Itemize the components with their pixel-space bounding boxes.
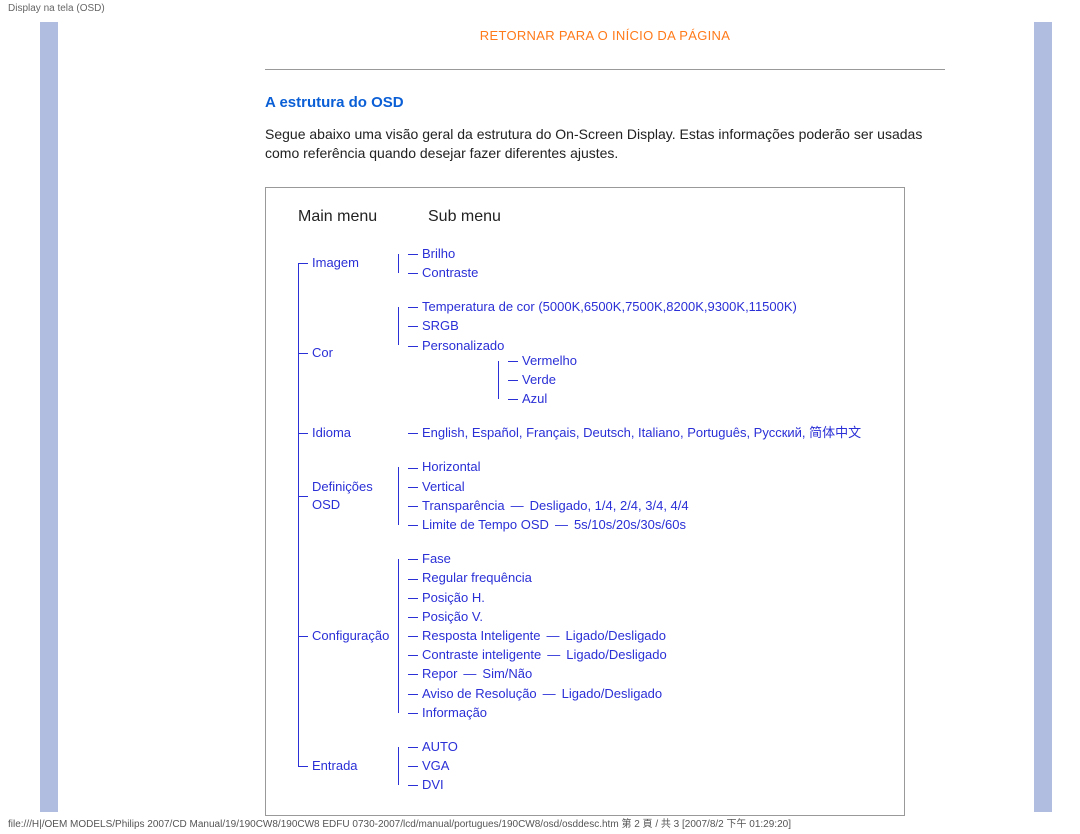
sub-menu-block: Fase Regular frequência Posição H. Posição … xyxy=(398,549,778,723)
sub-menu-label: Limite de Tempo OSD xyxy=(422,517,549,532)
sub-menu-options: Ligado/Desligado xyxy=(562,686,662,701)
sub-menu-options: Sim/Não xyxy=(482,666,532,681)
sub-menu-item: Posição H. xyxy=(408,589,778,607)
sub-menu-item: Transparência—Desligado, 1/4, 2/4, 3/4, … xyxy=(408,497,778,515)
sub-menu-item: Aviso de Resolução—Ligado/Desligado xyxy=(408,685,778,703)
main-menu-item: Imagem Brilho Contraste xyxy=(298,244,886,283)
left-border xyxy=(40,22,58,812)
sub-menu-item: SRGB xyxy=(408,317,797,335)
sub-menu-options: Ligado/Desligado xyxy=(566,647,666,662)
sub-menu-label: Transparência xyxy=(422,498,505,513)
main-menu-label: Definições OSD xyxy=(298,478,398,514)
sub-menu-item: Informação xyxy=(408,704,778,722)
sub-menu-label: Brilho xyxy=(422,246,455,261)
sub-menu-label: Contraste xyxy=(422,265,478,280)
sub-menu-block: AUTO VGA DVI xyxy=(398,737,778,796)
sub-menu-item: Regular frequência xyxy=(408,569,778,587)
sub-menu-item: Brilho xyxy=(408,245,778,263)
sub-menu-item: Limite de Tempo OSD—5s/10s/20s/30s/60s xyxy=(408,516,778,534)
main-menu-label: Idioma xyxy=(298,424,398,442)
main-menu-item: Definições OSD Horizontal Vertical Transpar… xyxy=(298,457,886,535)
main-menu-label: Cor xyxy=(298,344,398,362)
main-content: Retornar para o início da página A estru… xyxy=(265,28,945,816)
sub-menu-label: Vertical xyxy=(422,479,465,494)
sub-menu-block: Horizontal Vertical Transparência—Desligad… xyxy=(398,457,778,535)
sub-menu-label: Resposta Inteligente xyxy=(422,628,541,643)
nested-block: VermelhoVerdeAzul xyxy=(498,352,797,409)
main-menu-label: Entrada xyxy=(298,757,398,775)
column-header-main: Main menu xyxy=(298,208,398,226)
nested-item: Verde xyxy=(508,371,797,389)
sub-menu-options: 5s/10s/20s/30s/60s xyxy=(574,517,686,532)
sub-menu-label: Contraste inteligente xyxy=(422,647,541,662)
sub-menu-label: Informação xyxy=(422,705,487,720)
sub-menu-label: Personalizado xyxy=(422,338,504,353)
page-footer-path: file:///H|/OEM MODELS/Philips 2007/CD Ma… xyxy=(8,815,791,830)
sub-menu-options: Desligado, 1/4, 2/4, 3/4, 4/4 xyxy=(530,498,689,513)
sub-menu-item: AUTO xyxy=(408,738,778,756)
menu-tree: Imagem Brilho Contraste Cor Temperatura de c… xyxy=(284,244,886,796)
sub-menu-item: Contraste xyxy=(408,264,778,282)
return-to-top-link[interactable]: Retornar para o início da página xyxy=(265,28,945,43)
divider xyxy=(265,69,945,70)
sub-menu-item: Posição V. xyxy=(408,608,778,626)
sub-menu-label: AUTO xyxy=(422,739,458,754)
sub-menu-block: Brilho Contraste xyxy=(398,244,778,283)
main-menu-label: Configuração xyxy=(298,627,398,645)
nested-item: Azul xyxy=(508,390,797,408)
main-menu-item: Configuração Fase Regular frequência Posiçã… xyxy=(298,549,886,723)
nested-item: Vermelho xyxy=(508,352,797,370)
page-header: Display na tela (OSD) xyxy=(0,0,113,17)
sub-menu-label: Regular frequência xyxy=(422,570,532,585)
sub-menu-options: Ligado/Desligado xyxy=(566,628,666,643)
sub-menu-label: DVI xyxy=(422,777,444,792)
sub-menu-item: Horizontal xyxy=(408,458,778,476)
section-title: A estrutura do OSD xyxy=(265,94,945,111)
main-menu-label: Imagem xyxy=(298,254,398,272)
sub-menu-item: Fase xyxy=(408,550,778,568)
main-menu-item: Idioma English, Español, Français, Deutsc… xyxy=(298,423,886,443)
osd-tree-diagram: Main menu Sub menu Imagem Brilho Contraste… xyxy=(265,187,905,817)
sub-menu-label: Horizontal xyxy=(422,459,481,474)
sub-menu-label: English, Español, Français, Deutsch, Ita… xyxy=(422,425,861,440)
sub-menu-item: English, Español, Français, Deutsch, Ita… xyxy=(408,424,861,442)
column-header-sub: Sub menu xyxy=(428,208,501,226)
sub-menu-item: Contraste inteligente—Ligado/Desligado xyxy=(408,646,778,664)
sub-menu-block: English, Español, Français, Deutsch, Ita… xyxy=(398,423,861,443)
sub-menu-label: Fase xyxy=(422,551,451,566)
main-menu-item: Entrada AUTO VGA DVI xyxy=(298,737,886,796)
main-menu-item: Cor Temperatura de cor (5000K,6500K,7500K… xyxy=(298,297,886,409)
sub-menu-label: Posição V. xyxy=(422,609,483,624)
sub-menu-label: Aviso de Resolução xyxy=(422,686,537,701)
right-border xyxy=(1034,22,1052,812)
sub-menu-item: VGA xyxy=(408,757,778,775)
sub-menu-item: Repor—Sim/Não xyxy=(408,665,778,683)
sub-menu-item: Temperatura de cor (5000K,6500K,7500K,82… xyxy=(408,298,797,316)
sub-menu-item: Vertical xyxy=(408,478,778,496)
sub-menu-label: Temperatura de cor (5000K,6500K,7500K,82… xyxy=(422,299,797,314)
sub-menu-item: DVI xyxy=(408,776,778,794)
sub-menu-label: VGA xyxy=(422,758,449,773)
sub-menu-item: Resposta Inteligente—Ligado/Desligado xyxy=(408,627,778,645)
sub-menu-label: SRGB xyxy=(422,318,459,333)
section-intro: Segue abaixo uma visão geral da estrutur… xyxy=(265,125,945,163)
sub-menu-block: Temperatura de cor (5000K,6500K,7500K,82… xyxy=(398,297,797,409)
sub-menu-label: Posição H. xyxy=(422,590,485,605)
sub-menu-label: Repor xyxy=(422,666,457,681)
